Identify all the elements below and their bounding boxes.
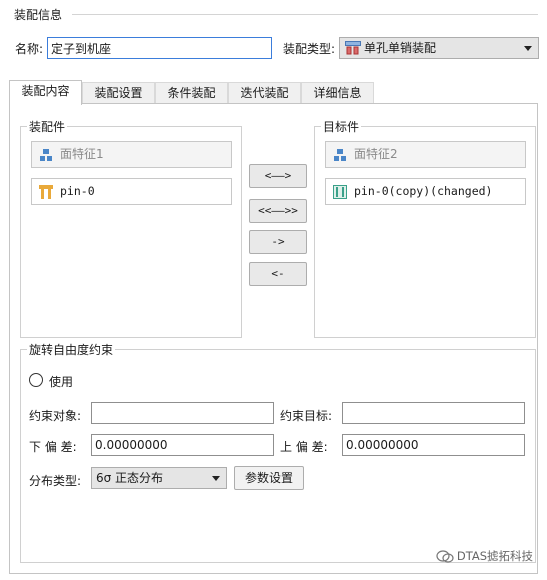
distribution-type-label: 分布类型: bbox=[29, 474, 82, 488]
upper-tolerance-label: 上 偏 差: bbox=[280, 440, 328, 454]
target-part-item[interactable]: 面特征2 bbox=[325, 141, 526, 168]
watermark-text: DTAS摅拓科技 bbox=[456, 549, 533, 563]
lower-tolerance-label: 下 偏 差: bbox=[29, 440, 77, 454]
constraint-object-input[interactable] bbox=[91, 402, 274, 424]
constraint-object-label: 约束对象: bbox=[29, 409, 82, 423]
target-parts-title: 目标件 bbox=[321, 118, 362, 135]
param-settings-button[interactable]: 参数设置 bbox=[234, 466, 304, 490]
target-part-item[interactable]: pin-0(copy)(changed) bbox=[325, 178, 526, 205]
use-label: 使用 bbox=[49, 375, 74, 389]
assembly-parts-group: 装配件 面特征1 pin-0 bbox=[20, 118, 242, 338]
tab-details[interactable]: 详细信息 bbox=[301, 82, 374, 104]
assembly-type-dropdown[interactable]: 单孔单销装配 bbox=[339, 37, 539, 59]
assembly-part-label: 面特征1 bbox=[60, 147, 104, 161]
distribution-type-dropdown[interactable]: 6σ 正态分布 bbox=[91, 467, 227, 489]
target-part-label: pin-0(copy)(changed) bbox=[354, 184, 493, 198]
surface-feature-icon bbox=[334, 149, 346, 161]
chevron-down-icon bbox=[524, 46, 532, 51]
tab-assembly-settings[interactable]: 装配设置 bbox=[82, 82, 155, 104]
assembly-type-value: 单孔单销装配 bbox=[364, 41, 437, 55]
rotation-constraint-title: 旋转自由度约束 bbox=[27, 341, 116, 358]
chat-bubble-icon bbox=[436, 549, 454, 563]
tab-conditional-assembly[interactable]: 条件装配 bbox=[155, 82, 228, 104]
tab-assembly-content[interactable]: 装配内容 bbox=[9, 80, 82, 105]
name-label: 名称: bbox=[15, 42, 44, 56]
link-both-button[interactable]: <——> bbox=[249, 164, 307, 188]
assembly-parts-title: 装配件 bbox=[27, 118, 68, 135]
pin-part-icon bbox=[39, 185, 53, 199]
chevron-down-icon bbox=[212, 476, 220, 481]
move-left-button[interactable]: <- bbox=[249, 262, 307, 286]
section-divider bbox=[72, 14, 538, 15]
pin-part-copy-icon bbox=[333, 185, 347, 199]
link-all-button[interactable]: <<——>> bbox=[249, 199, 307, 223]
rotation-constraint-group: 旋转自由度约束 使用 约束对象: 约束目标: 下 偏 差: 上 偏 差: 分布类… bbox=[20, 341, 536, 563]
constraint-target-input[interactable] bbox=[342, 402, 525, 424]
move-right-button[interactable]: -> bbox=[249, 230, 307, 254]
watermark: DTAS摅拓科技 bbox=[436, 548, 533, 564]
surface-feature-icon bbox=[40, 149, 52, 161]
tab-iterative-assembly[interactable]: 迭代装配 bbox=[228, 82, 301, 104]
constraint-target-label: 约束目标: bbox=[280, 409, 333, 423]
target-parts-group: 目标件 面特征2 pin-0(copy)(changed) bbox=[314, 118, 536, 338]
upper-tolerance-input[interactable] bbox=[342, 434, 525, 456]
assembly-info-title: 装配信息 bbox=[14, 8, 63, 22]
assembly-part-item[interactable]: pin-0 bbox=[31, 178, 232, 205]
assembly-type-icon bbox=[345, 41, 361, 55]
tab-panel-assembly-content: 装配件 面特征1 pin-0 <——> <<——>> -> <- 目标件 面特征… bbox=[9, 103, 538, 574]
assembly-type-label: 装配类型: bbox=[283, 42, 336, 56]
lower-tolerance-input[interactable] bbox=[91, 434, 274, 456]
name-input[interactable] bbox=[47, 37, 272, 59]
target-part-label: 面特征2 bbox=[354, 147, 398, 161]
distribution-type-value: 6σ 正态分布 bbox=[96, 471, 164, 485]
assembly-part-label: pin-0 bbox=[60, 184, 95, 198]
use-radio[interactable] bbox=[29, 373, 43, 387]
assembly-part-item[interactable]: 面特征1 bbox=[31, 141, 232, 168]
